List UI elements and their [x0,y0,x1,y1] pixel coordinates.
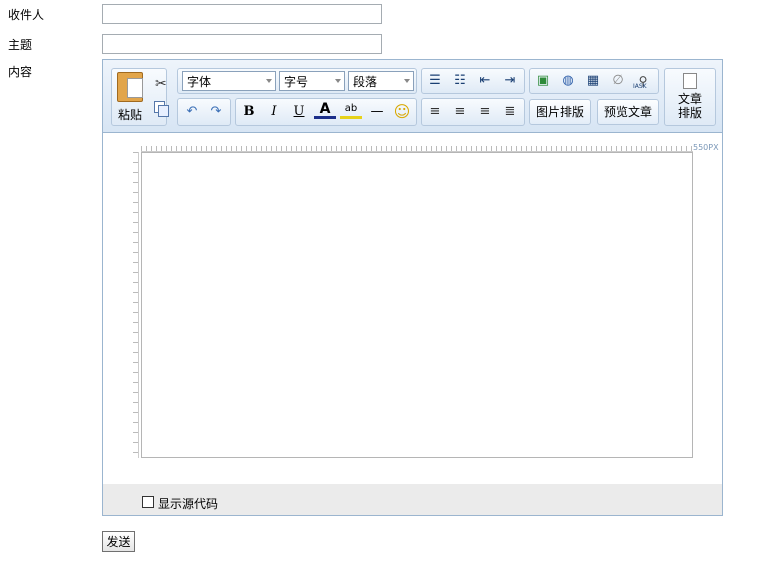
horizontal-rule-button[interactable]: — [366,101,388,123]
ruler-vertical [133,152,139,458]
indent-icon[interactable]: ⇥ [499,70,521,92]
editor-toolbar: 粘贴 ✂ 字体 字号 段落 ↶ ↷ B I U A ab — ☺ ☰ ☷ ⇤ ⇥… [103,60,722,133]
chevron-down-icon [335,79,341,83]
align-center-icon[interactable]: ≡ [449,101,471,123]
show-source-label[interactable]: 显示源代码 [158,495,218,512]
cut-icon[interactable]: ✂ [155,76,167,92]
align-justify-icon[interactable]: ≣ [499,101,521,123]
ruler-width-label: 550PX [693,143,719,152]
align-right-icon[interactable]: ≡ [474,101,496,123]
align-group: ≡ ≡ ≡ ≣ [421,98,525,126]
ordered-list-icon[interactable]: ☰ [424,70,446,92]
text-style-group: B I U A ab — ☺ [235,98,417,126]
rich-text-editor: 粘贴 ✂ 字体 字号 段落 ↶ ↷ B I U A ab — ☺ ☰ ☷ ⇤ ⇥… [102,59,723,516]
editor-content-area[interactable] [141,152,693,458]
highlight-button[interactable]: ab [340,99,362,119]
document-icon [683,73,697,89]
font-color-button[interactable]: A [314,99,336,119]
emoticon-icon[interactable]: ☺ [391,101,413,123]
bold-button[interactable]: B [238,101,260,123]
globe-icon[interactable]: ◍ [557,70,579,92]
editor-canvas: 550PX [103,134,722,484]
outdent-icon[interactable]: ⇤ [474,70,496,92]
align-left-icon[interactable]: ≡ [424,101,446,123]
chevron-down-icon [266,79,272,83]
format-select-group: 字体 字号 段落 [177,68,417,94]
insert-group: ▣ ◍ ▦ ∅ ⚲ IASK [529,68,659,94]
editor-footer: 显示源代码 [103,484,722,515]
font-family-value: 字体 [187,75,212,89]
attachment-icon[interactable]: ∅ [607,70,629,92]
article-layout-button[interactable]: 文章 排版 [664,68,716,126]
copy-icon[interactable] [154,101,169,117]
unordered-list-icon[interactable]: ☷ [449,70,471,92]
font-size-value: 字号 [284,75,309,89]
redo-icon[interactable]: ↷ [205,101,227,123]
undo-icon[interactable]: ↶ [181,101,203,123]
clipboard-group: 粘贴 ✂ [111,68,169,126]
article-layout-label-2: 排版 [677,106,702,120]
table-icon[interactable]: ▦ [582,70,604,92]
paste-button[interactable]: 粘贴 [118,106,142,123]
subject-label: 主题 [8,38,33,52]
recipient-label: 收件人 [8,8,45,22]
iask-label: IASK [633,83,647,90]
chevron-down-icon [404,79,410,83]
subject-input[interactable] [102,34,382,54]
paste-icon[interactable] [117,72,143,102]
font-size-select[interactable]: 字号 [279,71,345,91]
recipient-input[interactable] [102,4,382,24]
image-icon[interactable]: ▣ [532,70,554,92]
paragraph-value: 段落 [353,75,378,89]
list-group: ☰ ☷ ⇤ ⇥ [421,68,525,94]
italic-button[interactable]: I [263,101,285,123]
history-group: ↶ ↷ [177,98,231,126]
preview-article-button[interactable]: 预览文章 [597,99,659,125]
send-button[interactable]: 发送 [102,531,135,552]
show-source-checkbox[interactable] [142,496,154,508]
image-layout-button[interactable]: 图片排版 [529,99,591,125]
font-family-select[interactable]: 字体 [182,71,276,91]
content-label: 内容 [8,65,33,79]
underline-button[interactable]: U [288,101,310,123]
paragraph-select[interactable]: 段落 [348,71,414,91]
article-layout-label-1: 文章 [677,92,702,106]
